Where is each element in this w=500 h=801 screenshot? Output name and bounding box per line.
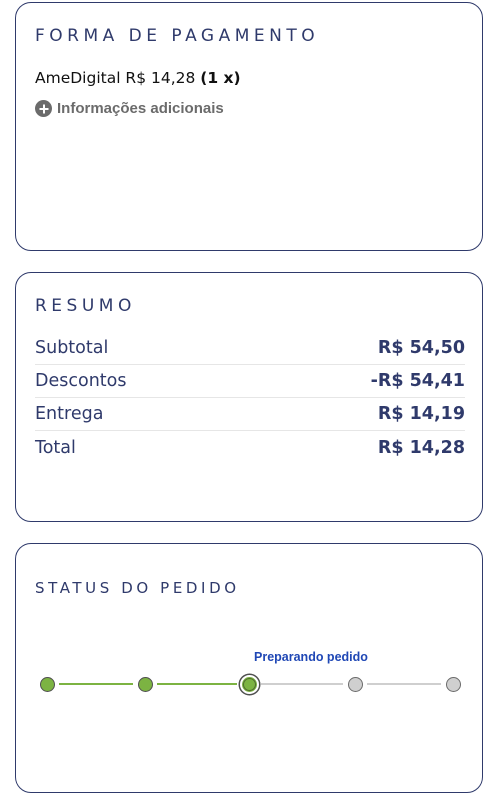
plus-circle-icon[interactable] [35,100,52,117]
summary-row-total: Total R$ 14,28 [35,431,465,464]
status-step-5 [445,676,461,692]
status-connector [367,683,441,685]
payment-installments: (1 x) [200,69,241,87]
delivery-label: Entrega [35,404,104,424]
summary-card: RESUMO Subtotal R$ 54,50 Descontos -R$ 5… [15,272,483,522]
summary-row-delivery: Entrega R$ 14,19 [35,398,465,431]
subtotal-label: Subtotal [35,338,109,358]
delivery-value: R$ 14,19 [377,404,465,424]
payment-method-text: AmeDigital R$ 14,28 [35,69,201,87]
order-status-card: STATUS DO PEDIDO Preparando pedido [15,543,483,793]
status-step-4 [347,676,363,692]
payment-title: FORMA DE PAGAMENTO [35,26,320,46]
discounts-label: Descontos [35,371,127,391]
status-step-1 [39,676,55,692]
more-info-label[interactable]: Informações adicionais [57,100,224,117]
status-step-2 [137,676,153,692]
status-step-3 [239,674,259,694]
status-tracker [16,544,484,794]
payment-card: FORMA DE PAGAMENTO AmeDigital R$ 14,28 (… [15,2,483,251]
status-connector [261,683,343,685]
summary-row-subtotal: Subtotal R$ 54,50 [35,332,465,365]
summary-row-discounts: Descontos -R$ 54,41 [35,365,465,398]
summary-title: RESUMO [35,296,136,316]
payment-method: AmeDigital R$ 14,28 (1 x) [35,69,241,87]
status-connector [157,683,237,685]
status-connector [59,683,133,685]
more-info-toggle[interactable]: Informações adicionais [35,100,224,117]
summary-list: Subtotal R$ 54,50 Descontos -R$ 54,41 En… [35,332,465,464]
subtotal-value: R$ 54,50 [377,338,465,358]
discounts-value: -R$ 54,41 [370,371,465,391]
total-label: Total [35,437,76,458]
total-value: R$ 14,28 [377,437,465,458]
